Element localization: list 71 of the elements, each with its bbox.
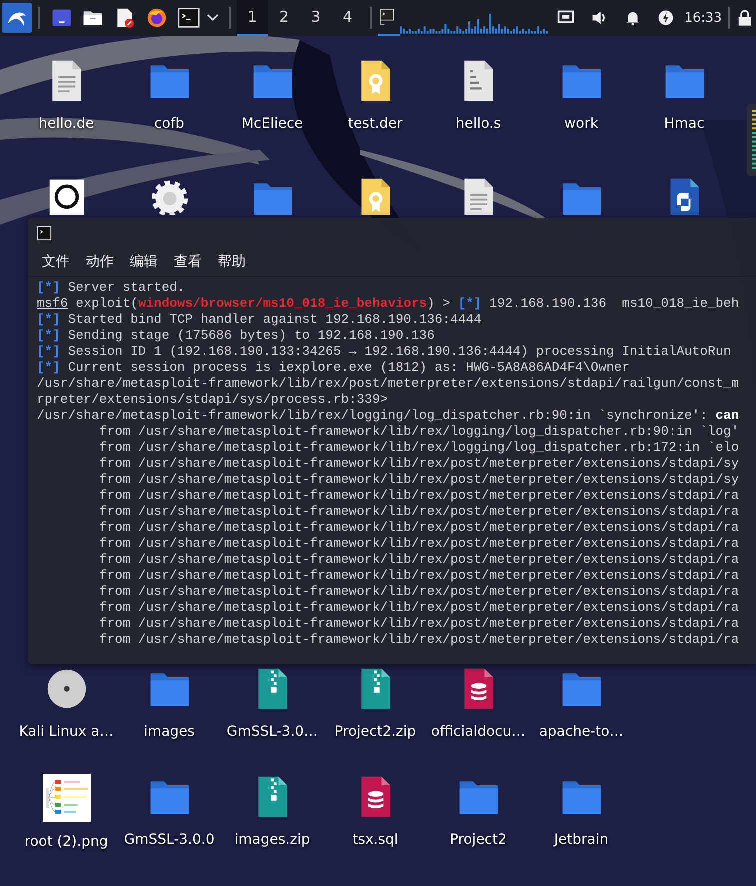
output-text: from /usr/share/metasploit-framework/lib/rex/logging/log_dispatcher.rb:172:in `elo xyxy=(98,440,740,455)
workspace-tab[interactable]: 3 xyxy=(300,0,332,36)
output-text: rpreter/extensions/stdapi/sys/process.rb:339> xyxy=(37,392,388,407)
module-name: windows/browser/ms10_018_ie_behaviors xyxy=(138,296,428,311)
output-text: from /usr/share/metasploit-framework/lib/rex/post/meterpreter/extensions/stdapi/sy xyxy=(98,472,740,487)
lock-icon[interactable] xyxy=(738,9,752,27)
file-label: Project2 xyxy=(450,832,507,848)
menu-item[interactable]: 查看 xyxy=(166,253,210,271)
file-label: test.der xyxy=(348,116,403,132)
status-marker: [*] xyxy=(37,344,60,359)
file-label: apache-to… xyxy=(539,724,624,740)
menu-item[interactable]: 文件 xyxy=(34,253,78,271)
window-icon xyxy=(50,7,73,29)
output-text: Started bind TCP handler against 192.168.190.136:4444 xyxy=(67,312,482,327)
output-text: from /usr/share/metasploit-framework/lib/rex/post/meterpreter/extensions/stdapi/ra xyxy=(98,632,740,647)
prompt-label: msf6 xyxy=(37,296,68,311)
file-label: work xyxy=(564,116,598,132)
output-text: from /usr/share/metasploit-framework/lib/rex/post/meterpreter/extensions/stdapi/ra xyxy=(98,504,740,519)
output-text: from /usr/share/metasploit-framework/lib/rex/logging/log_dispatcher.rb:90:in `log' xyxy=(98,424,740,439)
output-text: from /usr/share/metasploit-framework/lib/rex/post/meterpreter/extensions/stdapi/ra xyxy=(98,600,740,615)
file-label: GmSSL-3.0.0 xyxy=(124,832,215,848)
output-text: from /usr/share/metasploit-framework/lib/rex/post/meterpreter/extensions/stdapi/ra xyxy=(98,584,740,599)
caret-icon[interactable] xyxy=(206,14,219,22)
file-label: Jetbrain xyxy=(554,832,609,848)
output-text: from /usr/share/metasploit-framework/lib/rex/post/meterpreter/extensions/stdapi/ra xyxy=(98,488,740,503)
level-meter-drawing xyxy=(747,104,756,176)
output-text: from /usr/share/metasploit-framework/lib/rex/post/meterpreter/extensions/stdapi/ra xyxy=(98,536,740,551)
output-text: Sending stage (175686 bytes) to 192.168.190.136 xyxy=(67,328,435,343)
file-label: Kali Linux a… xyxy=(19,724,114,740)
power-icon[interactable] xyxy=(656,9,675,27)
file-label: Hmac xyxy=(664,116,705,132)
file-label: hello.de xyxy=(38,116,94,132)
status-marker: [*] xyxy=(37,280,60,295)
output-text: from /usr/share/metasploit-framework/lib/rex/post/meterpreter/extensions/stdapi/ra xyxy=(98,520,740,535)
output-text: from /usr/share/metasploit-framework/lib/rex/post/meterpreter/extensions/stdapi/ra xyxy=(98,568,740,583)
status-marker: [*] xyxy=(37,360,60,375)
output-text: Current session process is iexplore.exe (1812) as: HWG-5A8A86AD4F4\Owner xyxy=(67,360,630,375)
menu-item[interactable]: 帮助 xyxy=(210,253,254,271)
globe-icon xyxy=(146,7,168,29)
file-label: cofb xyxy=(154,116,185,132)
terminal-icon xyxy=(37,226,52,240)
output-text: /usr/share/metasploit-framework/lib/rex/post/meterpreter/extensions/stdapi/railgun/const_m xyxy=(37,376,740,391)
file-label: hello.s xyxy=(456,116,502,132)
output-text: 192.168.190.136 ms10_018_ie_beh xyxy=(488,296,740,311)
status-marker: [*] xyxy=(37,312,60,327)
output-text: /usr/share/metasploit-framework/lib/rex/logging/log_dispatcher.rb:90:in `synchronize': can xyxy=(37,408,740,423)
output-text: ) > xyxy=(427,296,452,311)
status-marker: [*] xyxy=(458,296,482,311)
output-text: Server started. xyxy=(67,280,186,295)
status-marker: [*] xyxy=(37,328,60,343)
file-label: tsx.sql xyxy=(352,832,398,848)
file-label: images xyxy=(144,724,195,740)
file-label: Project2.zip xyxy=(334,724,416,740)
terminal-icon xyxy=(178,7,200,29)
file-label: McEliece xyxy=(242,116,304,132)
dragon-menu-button[interactable] xyxy=(2,3,32,33)
file-label: officialdocu… xyxy=(431,724,526,740)
workspace-tab[interactable]: 2 xyxy=(268,0,300,36)
menu-item[interactable]: 动作 xyxy=(78,253,122,271)
output-text: Session ID 1 (192.168.190.133:34265 → 192.168.190.136:4444) processing InitialAutoRun xyxy=(67,344,732,359)
output-text: from /usr/share/metasploit-framework/lib/rex/post/meterpreter/extensions/stdapi/sy xyxy=(98,456,740,471)
workspace-tab[interactable]: 1 xyxy=(236,0,268,36)
output-text: from /usr/share/metasploit-framework/lib/rex/post/meterpreter/extensions/stdapi/ra xyxy=(98,552,740,567)
output-text: from /usr/share/metasploit-framework/lib/rex/post/meterpreter/extensions/stdapi/ra xyxy=(98,616,740,631)
workspace-tab[interactable]: 4 xyxy=(332,0,364,36)
clock[interactable]: 16:33 xyxy=(684,10,722,26)
menu-item[interactable]: 编辑 xyxy=(122,253,166,271)
output-text: exploit( xyxy=(75,296,138,311)
file-label: root (2).png xyxy=(24,834,108,850)
file-label: images.zip xyxy=(234,832,310,848)
file-label: GmSSL-3.0… xyxy=(226,724,318,740)
